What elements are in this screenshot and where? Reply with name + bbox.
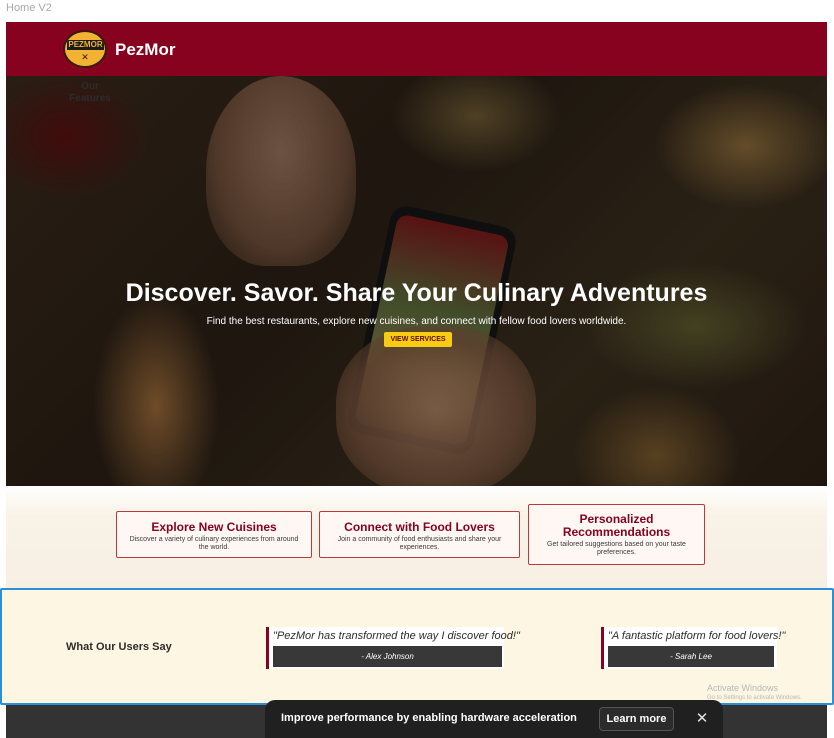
brand-name[interactable]: PezMor: [115, 40, 175, 60]
testimonial-card: "PezMor has transformed the way I discov…: [266, 627, 520, 669]
feature-card-connect[interactable]: Connect with Food Lovers Join a communit…: [319, 511, 520, 558]
logo-text: PEZMOR: [67, 40, 104, 50]
windows-activation-watermark: Activate Windows Go to Settings to activ…: [707, 683, 802, 703]
watermark-line2: Go to Settings to activate Windows.: [707, 695, 802, 701]
watermark-line1: Activate Windows: [707, 683, 779, 693]
feature-description: Get tailored suggestions based on your t…: [547, 541, 686, 556]
testimonial-author: - Sarah Lee: [608, 646, 774, 667]
feature-title: Explore New Cuisines: [151, 520, 277, 534]
view-services-button[interactable]: VIEW SERVICES: [384, 332, 452, 347]
hero-section: Discover. Savor. Share Your Culinary Adv…: [6, 76, 827, 486]
testimonial-quote: "PezMor has transformed the way I discov…: [273, 630, 520, 642]
features-label-line1: Our: [81, 81, 99, 92]
feature-title: Connect with Food Lovers: [344, 520, 495, 534]
feature-card-recommendations[interactable]: Personalized Recommendations Get tailore…: [528, 504, 705, 565]
navbar: PEZMOR ✕ PezMor: [6, 22, 827, 76]
testimonials-label: What Our Users Say: [66, 641, 172, 653]
close-icon[interactable]: ✕: [690, 707, 714, 731]
hardware-acceleration-toast: Improve performance by enabling hardware…: [265, 700, 723, 738]
features-label-line2: Features: [69, 93, 111, 104]
feature-title: Personalized Recommendations: [562, 512, 671, 539]
logo[interactable]: PEZMOR ✕: [63, 30, 107, 68]
feature-description: Discover a variety of culinary experienc…: [129, 536, 299, 551]
hero-title: Discover. Savor. Share Your Culinary Adv…: [125, 279, 708, 307]
fork-knife-icon: ✕: [81, 52, 89, 62]
testimonial-card: "A fantastic platform for food lovers!" …: [601, 627, 785, 669]
features-label: Our Features: [68, 81, 112, 105]
testimonial-author: - Alex Johnson: [273, 646, 502, 667]
frame-label: Home V2: [6, 2, 52, 14]
feature-card-explore[interactable]: Explore New Cuisines Discover a variety …: [116, 511, 312, 558]
toast-message: Improve performance by enabling hardware…: [281, 712, 577, 724]
testimonial-quote: "A fantastic platform for food lovers!": [608, 630, 786, 642]
hero-subtitle: Find the best restaurants, explore new c…: [206, 316, 627, 327]
learn-more-button[interactable]: Learn more: [599, 707, 674, 731]
feature-description: Join a community of food enthusiasts and…: [337, 536, 502, 551]
